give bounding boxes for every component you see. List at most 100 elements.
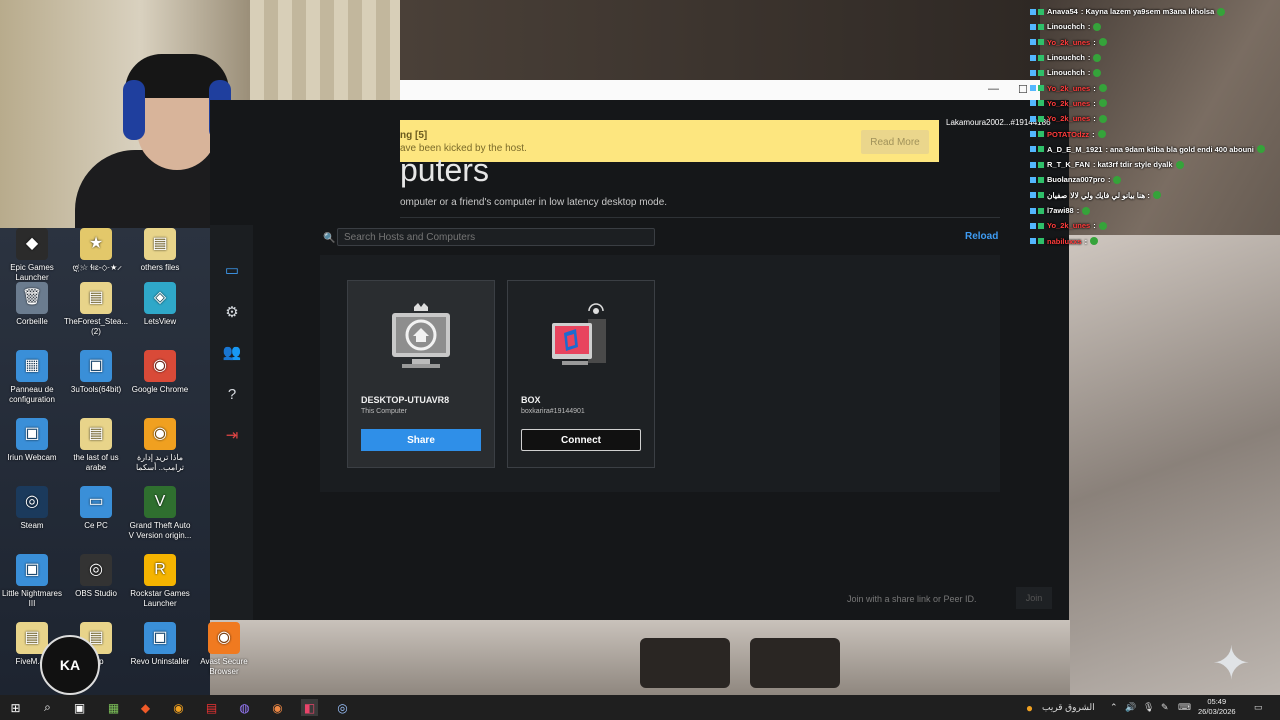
badge-icon (1038, 85, 1044, 92)
connect-button[interactable]: Connect (521, 429, 641, 451)
divider (400, 217, 1000, 218)
chat-text: : (1093, 37, 1096, 47)
app-icon: ▤ (80, 418, 112, 450)
weather-text[interactable]: الشروق قريب (1042, 702, 1095, 713)
desktop-icon[interactable]: ▤ others files (128, 228, 192, 273)
chat-username[interactable]: A_D_E_M_1921 (1047, 145, 1102, 154)
app-icon: ▣ (16, 418, 48, 450)
app-icon: ▤ (80, 282, 112, 314)
desktop-icon[interactable]: ▦ Panneau de configuration (0, 350, 64, 405)
chat-username[interactable]: Linouchch (1047, 53, 1085, 62)
maximize-icon[interactable]: ☐ (1018, 83, 1028, 96)
desktop-icon[interactable]: ▣ Iriun Webcam (0, 418, 64, 463)
chevron-up-icon[interactable]: ⌃ (1110, 702, 1118, 713)
badge-icon (1030, 69, 1036, 76)
desktop-icon[interactable]: V Grand Theft Auto V Version origin... (128, 486, 192, 541)
desktop-icon-label: OBS Studio (75, 589, 117, 598)
emote-icon (1098, 99, 1107, 108)
desktop-icon[interactable]: ▣ Revo Uninstaller (128, 622, 192, 667)
chat-username[interactable]: Linouchch (1047, 68, 1085, 77)
badge-icon (1030, 192, 1036, 199)
desktop-icon[interactable]: ▭ Ce PC (64, 486, 128, 531)
join-button[interactable]: Join (1016, 587, 1052, 609)
gear-icon[interactable]: ⚙ (222, 302, 242, 322)
chat-message: Yo_2k_unes: (1030, 111, 1280, 126)
task-view-icon[interactable]: ▣ (71, 699, 88, 716)
chat-username[interactable]: Buolanza007pro (1047, 175, 1105, 184)
microphone-icon[interactable]: 🎙 (1143, 702, 1154, 713)
chat-username[interactable]: Linouchch (1047, 22, 1085, 31)
avast-browser-icon[interactable]: ◉ (170, 699, 187, 716)
desktop-icon-label: Epic Games Launcher (10, 263, 54, 282)
chat-username[interactable]: Yo_2k_unes (1047, 221, 1090, 230)
share-button[interactable]: Share (361, 429, 481, 451)
desktop-icon[interactable]: ▤ TheForest_Stea... (2) (64, 282, 128, 337)
app-icon: ▣ (144, 622, 176, 654)
discord-icon[interactable]: ◍ (236, 699, 253, 716)
store-icon[interactable]: ▦ (105, 699, 122, 716)
logout-icon[interactable]: ⇥ (222, 425, 242, 445)
computer-name: DESKTOP-UTUAVR8 (361, 395, 450, 405)
chat-username[interactable]: Yo_2k_unes (1047, 114, 1090, 123)
chat-message: Yo_2k_unes: (1030, 35, 1280, 50)
desktop-icon[interactable]: ◉ ماذا تريد إدارة ترامب.. أسكما (128, 418, 192, 473)
computer-card-box[interactable]: BOX boxkarira#19144901 Connect (507, 280, 655, 468)
chat-username[interactable]: POTATOdzz (1047, 130, 1089, 139)
chat-username[interactable]: R_T_K_FAN (1047, 160, 1090, 169)
background-scene-bottom (210, 620, 1070, 695)
desktop-icon[interactable]: ◎ Steam (0, 486, 64, 531)
windows-start-icon[interactable]: ⊞ (7, 699, 24, 716)
keyboard-icon[interactable]: ⌨ (1178, 702, 1191, 713)
chat-username[interactable]: Yo_2k_unes (1047, 38, 1090, 47)
app-icon: ◉ (144, 418, 176, 450)
badge-icon (1030, 100, 1036, 107)
chat-username[interactable]: l7awi88 (1047, 206, 1074, 215)
minimize-icon[interactable]: — (988, 83, 999, 95)
desktop-icon[interactable]: ◉ Avast Secure Browser (192, 622, 256, 677)
desktop-icon[interactable]: ◎ OBS Studio (64, 554, 128, 599)
help-icon[interactable]: ? (222, 384, 242, 404)
chat-username[interactable]: Anava54 (1047, 7, 1078, 16)
desktop-icon[interactable]: ◈ LetsView (128, 282, 192, 327)
emote-icon (1098, 114, 1107, 123)
desktop-icon[interactable]: ★ ღ҉ ☆ ɬıɛ-◇·★ ̷ (64, 228, 128, 273)
chat-username[interactable]: صفيان (1047, 191, 1067, 200)
brave-icon[interactable]: ◆ (137, 699, 154, 716)
chat-message: Yo_2k_unes: (1030, 80, 1280, 95)
chat-username[interactable]: Yo_2k_unes (1047, 84, 1090, 93)
join-label: Join with a share link or Peer ID. (847, 594, 977, 604)
desktop-icon[interactable]: 🗑 Corbeille (0, 282, 64, 327)
app-icon: ▭ (80, 486, 112, 518)
chat-text: : (1087, 53, 1091, 63)
chat-username[interactable]: nabiluxxs (1047, 237, 1082, 246)
pen-icon[interactable]: ✎ (1161, 702, 1169, 713)
desktop-icon[interactable]: ◉ Google Chrome (128, 350, 192, 395)
search-icon[interactable]: ⌕ (39, 699, 56, 716)
document-icon[interactable]: ▤ (203, 699, 220, 716)
notifications-icon[interactable]: ▭ (1254, 702, 1263, 713)
badge-icon (1038, 69, 1044, 76)
friends-icon[interactable]: 👥 (222, 342, 242, 362)
chat-username[interactable]: Yo_2k_unes (1047, 99, 1090, 108)
chrome-icon[interactable]: ◉ (269, 699, 286, 716)
steam-icon[interactable]: ◎ (334, 699, 351, 716)
badge-icon (1038, 161, 1044, 168)
desktop-icon[interactable]: R Rockstar Games Launcher (128, 554, 192, 609)
computers-nav-icon[interactable]: ▭ (222, 260, 242, 280)
app-icon: V (144, 486, 176, 518)
desktop-icon[interactable]: ▣ Little Nightmares III (0, 554, 64, 609)
search-input[interactable] (337, 228, 655, 246)
badge-icon (1030, 85, 1036, 92)
reload-button[interactable]: Reload (965, 231, 998, 242)
read-more-button[interactable]: Read More (861, 130, 929, 154)
computer-card-desktop[interactable]: DESKTOP-UTUAVR8 This Computer Share (347, 280, 495, 468)
desktop-icon[interactable]: ▤ the last of us arabe (64, 418, 128, 473)
chat-message: l7awi88: (1030, 203, 1280, 218)
volume-icon[interactable]: 🔊 (1125, 702, 1136, 713)
clock[interactable]: 05:49 26/03/2026 (1198, 697, 1236, 717)
desktop-icon[interactable]: ◆ Epic Games Launcher (0, 228, 64, 283)
desktop-icon[interactable]: ▣ 3uTools(64bit) (64, 350, 128, 395)
remote-computer-icon (552, 303, 606, 365)
parsec-icon[interactable]: ◧ (301, 699, 318, 716)
badge-icon (1030, 238, 1036, 245)
